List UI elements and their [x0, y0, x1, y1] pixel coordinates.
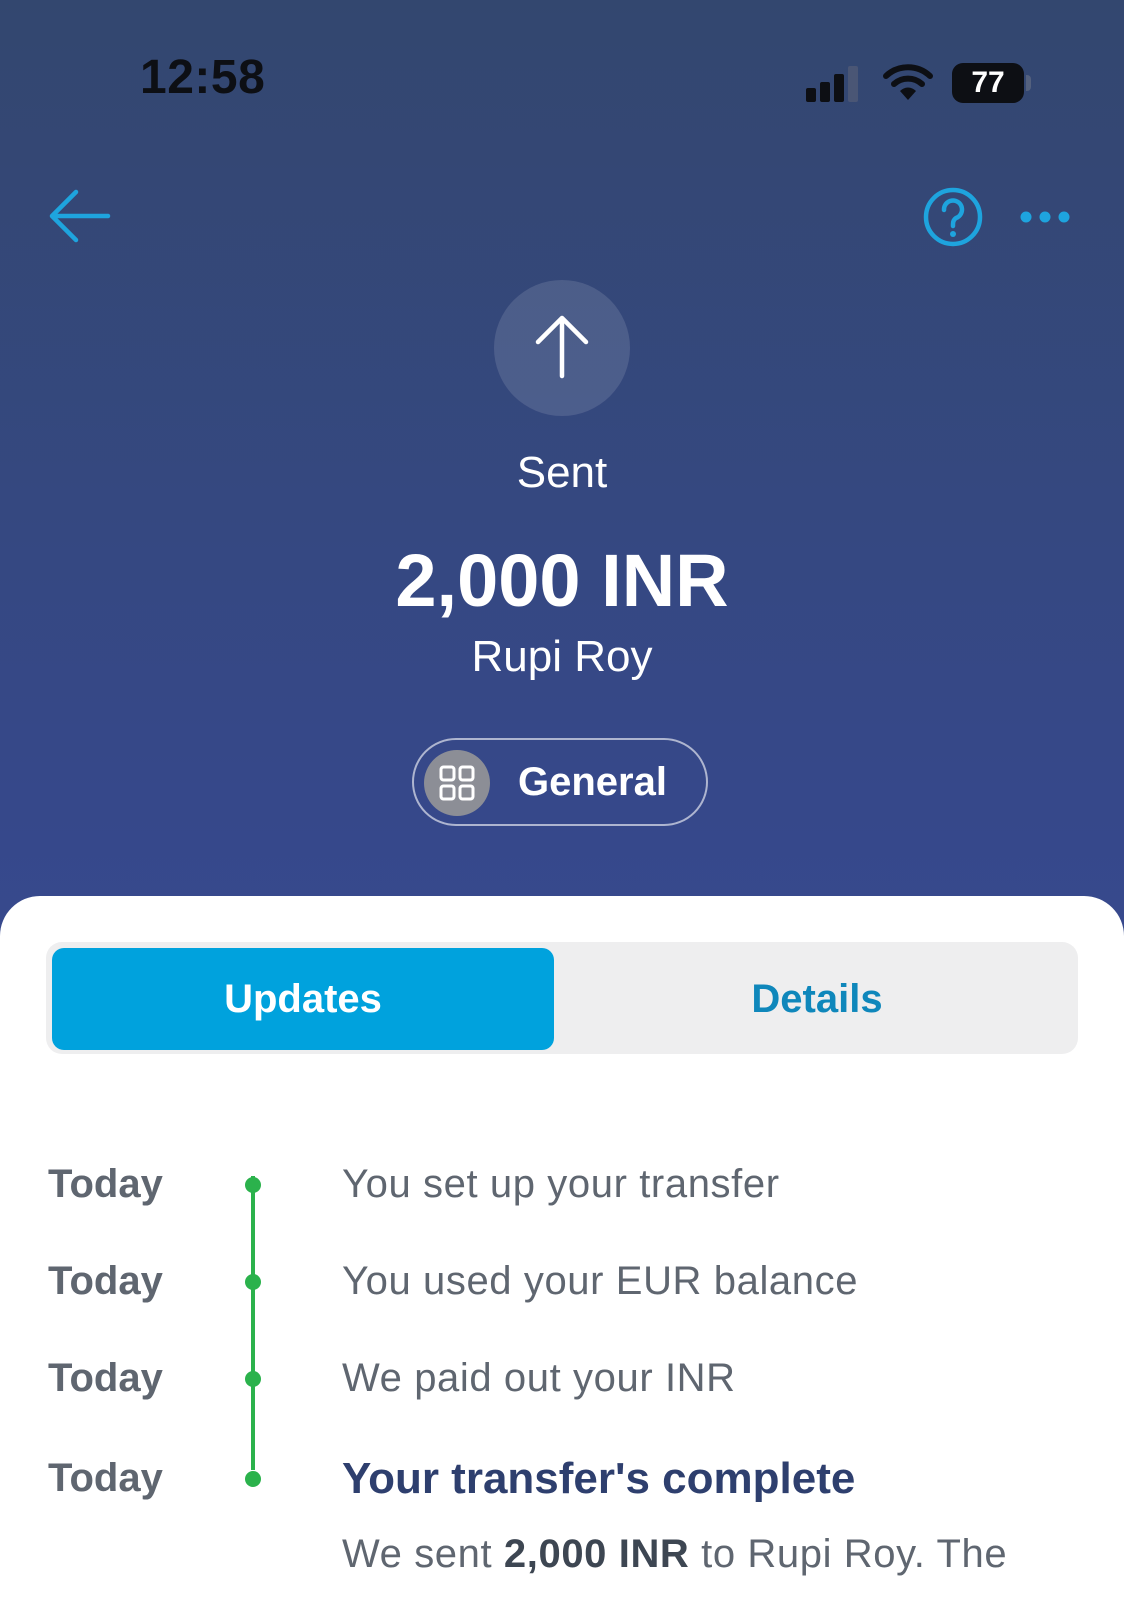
wifi-icon [883, 64, 933, 100]
signal-icon [806, 66, 858, 102]
transaction-type-badge [494, 280, 630, 416]
transfer-card: Updates Details Today You set up your tr… [0, 896, 1124, 1600]
transfer-summary: We sent 2,000 INR to Rupi Roy. The [342, 1532, 1007, 1577]
transaction-status: Sent [516, 448, 608, 497]
timeline-line [251, 1176, 255, 1470]
timeline-date: Today [48, 1356, 163, 1400]
segmented-tabs: Updates Details [46, 942, 1078, 1054]
arrow-up-icon [535, 315, 589, 379]
grid-icon [439, 765, 475, 801]
category-label: General [518, 760, 667, 804]
timeline-dot [245, 1177, 261, 1193]
battery-cap [1026, 75, 1031, 91]
more-horizontal-icon[interactable] [1020, 204, 1070, 230]
timeline-date: Today [48, 1456, 163, 1500]
recipient-name: Rupi Roy [471, 632, 653, 681]
arrow-left-icon[interactable] [46, 188, 112, 244]
question-circle-icon[interactable] [922, 186, 984, 248]
summary-prefix: We sent [342, 1532, 504, 1576]
category-button[interactable]: General [412, 738, 708, 826]
battery-indicator: 77 [952, 63, 1032, 103]
tab-updates[interactable]: Updates [52, 948, 554, 1050]
timeline-date: Today [48, 1162, 163, 1206]
battery-level: 77 [952, 63, 1024, 103]
transfer-detail-screen: 12:58 77 Sent 2,000 INR Rupi Roy General… [0, 0, 1124, 1600]
transaction-amount: 2,000 INR [395, 539, 729, 622]
summary-suffix: to Rupi Roy. The [689, 1532, 1008, 1576]
timeline-date: Today [48, 1259, 163, 1303]
timeline-text: We paid out your INR [342, 1356, 736, 1400]
tab-details[interactable]: Details [566, 948, 1068, 1050]
timeline-dot [245, 1471, 261, 1487]
status-time: 12:58 [140, 51, 266, 104]
category-badge [424, 750, 490, 816]
timeline-text: You used your EUR balance [342, 1259, 859, 1303]
timeline-dot [245, 1371, 261, 1387]
timeline-dot [245, 1274, 261, 1290]
timeline-final-text: Your transfer's complete [342, 1454, 856, 1503]
summary-amount: 2,000 INR [503, 1532, 690, 1576]
timeline-text: You set up your transfer [342, 1162, 780, 1206]
